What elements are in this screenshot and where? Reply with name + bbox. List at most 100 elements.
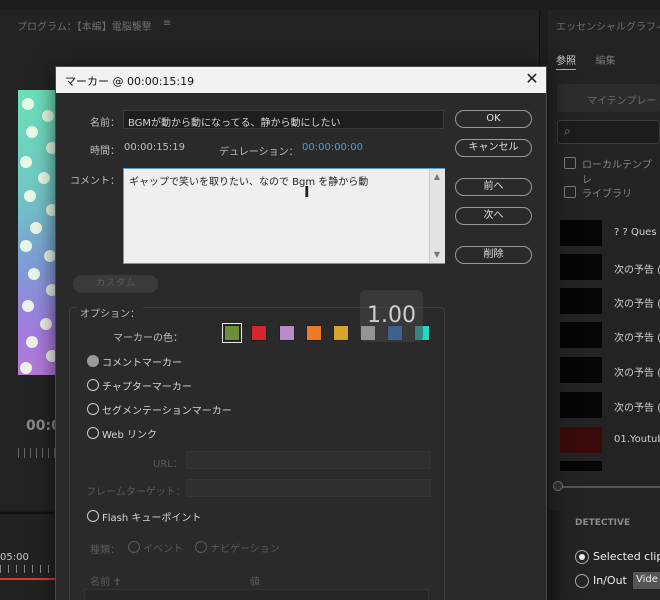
thumbnail-size-slider[interactable] <box>556 486 660 488</box>
chapter-marker-label: チャプターマーカー <box>102 382 192 393</box>
close-icon[interactable]: ✕ <box>522 69 542 89</box>
template-item-label: ? ? Ques <box>614 227 657 238</box>
comment-marker-label: コメントマーカー <box>102 358 182 369</box>
timeline-time-label: 05:00 <box>0 552 29 563</box>
template-thumbnail <box>560 392 602 418</box>
template-item-label: 次の予告 ( <box>614 333 660 344</box>
premiere-workspace: プログラム：【本編】電脳襲撃 ≡ 00:00 05:00 エッセンシャルグラフィ… <box>0 0 660 600</box>
options-title: オプション： <box>77 305 143 320</box>
template-item-label: 次の予告 ( <box>614 403 660 414</box>
essential-graphics-tabs: 参照 編集 <box>556 52 632 70</box>
template-thumbnail <box>560 461 602 471</box>
name-label: 名前： <box>90 118 120 129</box>
marker-color-swatch-green[interactable] <box>222 323 242 343</box>
segmentation-marker-label: セグメンテーションマーカー <box>102 406 232 417</box>
duration-value[interactable]: 00:00:00:00 <box>302 142 363 153</box>
template-item[interactable]: 次の予告 ( <box>560 288 660 314</box>
my-templates-dropdown[interactable]: マイテンプレー <box>557 84 660 112</box>
template-item[interactable]: 次の予告 ( <box>560 357 660 383</box>
url-field[interactable] <box>186 451 431 469</box>
flash-cue-point-label: Flash キューポイント <box>102 513 202 524</box>
selected-clip-label: Selected clip <box>593 550 660 563</box>
flash-cue-point-radio[interactable] <box>87 510 99 522</box>
timeline-ruler[interactable] <box>0 565 56 573</box>
next-button[interactable]: 次へ <box>455 207 532 225</box>
delete-button[interactable]: 削除 <box>455 246 532 264</box>
template-item[interactable]: 次の予告 ( <box>560 392 660 418</box>
dialog-title: マーカー @ 00:00:15:19 <box>65 75 195 88</box>
template-thumbnail <box>560 254 602 280</box>
template-item[interactable]: 次の予告 ( <box>560 254 660 280</box>
libraries-checkbox[interactable] <box>564 186 576 198</box>
web-link-label: Web リンク <box>102 430 157 441</box>
timeline-work-area-bar[interactable] <box>0 578 56 580</box>
tab-edit[interactable]: 編集 <box>596 56 616 67</box>
slider-knob[interactable] <box>553 481 563 491</box>
url-label: URL： <box>153 459 183 470</box>
cue-name-column-header[interactable]: 名前 ✝ <box>90 573 122 588</box>
program-panel-title: プログラム：【本編】電脳襲撃 <box>17 22 152 33</box>
navigation-radio[interactable] <box>195 541 207 553</box>
template-thumbnail <box>560 322 602 348</box>
ok-button[interactable]: OK <box>455 110 532 128</box>
template-thumbnail <box>560 427 602 453</box>
marker-color-swatch-red[interactable] <box>251 325 267 341</box>
comment-textarea[interactable]: ギャップで笑いを取りたい、なので Bgm を静から動 ▲ ▼ I <box>123 168 445 264</box>
essential-graphics-title: エッセンシャルグラフィ <box>556 22 660 33</box>
template-item-label: 01.Youtub <box>614 434 660 445</box>
template-thumbnail <box>560 220 602 246</box>
tab-browse[interactable]: 参照 <box>556 56 576 70</box>
text-cursor-icon: I <box>304 183 310 201</box>
chapter-marker-radio[interactable] <box>87 379 99 391</box>
scroll-down-icon[interactable]: ▼ <box>429 250 445 259</box>
template-item[interactable]: 01.Youtub <box>560 427 660 453</box>
template-item-label: 次の予告 ( <box>614 265 660 276</box>
marker-color-swatch-orange[interactable] <box>306 325 322 341</box>
comment-label: コメント： <box>70 176 120 187</box>
frame-target-label: フレームターゲット： <box>86 487 186 498</box>
dialog-titlebar[interactable]: マーカー @ 00:00:15:19 ✕ <box>56 67 546 93</box>
local-templates-checkbox[interactable] <box>564 157 576 169</box>
event-radio[interactable] <box>128 541 140 553</box>
type-label: 種類： <box>90 545 120 556</box>
custom-button[interactable]: カスタム <box>73 275 158 293</box>
event-label: イベント <box>143 544 183 555</box>
detective-title: DETECTIVE <box>575 518 631 528</box>
navigation-label: ナビゲーション <box>210 544 280 555</box>
template-item-label: 次の予告 ( <box>614 368 660 379</box>
frame-target-field[interactable] <box>186 479 431 497</box>
template-item[interactable]: ? ? Ques <box>560 220 660 246</box>
duration-label: デュレーション： <box>219 147 299 158</box>
comment-text: ギャップで笑いを取りたい、なので Bgm を静から動 <box>129 177 369 188</box>
template-thumbnail <box>560 357 602 383</box>
name-field[interactable]: BGMが動から動になってる、静から動にしたい <box>123 110 444 129</box>
cue-value-column-header[interactable]: 値 <box>250 573 260 588</box>
marker-color-swatch-yellow[interactable] <box>333 325 349 341</box>
zoom-readout: 1.00 <box>360 290 423 342</box>
video-button[interactable]: Vide <box>633 572 660 589</box>
cancel-button[interactable]: キャンセル <box>455 139 532 157</box>
comment-scrollbar[interactable] <box>429 169 445 263</box>
template-item-label: 次の予告 ( <box>614 299 660 310</box>
template-search-input[interactable] <box>557 120 660 144</box>
web-link-radio[interactable] <box>87 427 99 439</box>
search-icon: ⌕ <box>564 124 571 138</box>
libraries-label: ライブラリ <box>582 189 632 200</box>
selected-clip-radio[interactable] <box>575 550 589 564</box>
cue-points-table[interactable] <box>84 589 429 600</box>
template-item[interactable]: 次の予告 ( <box>560 322 660 348</box>
video-preview <box>18 90 60 375</box>
time-value: 00:00:15:19 <box>124 142 186 153</box>
segmentation-marker-radio[interactable] <box>87 403 99 415</box>
marker-dialog: マーカー @ 00:00:15:19 ✕ 名前： BGMが動から動になってる、静… <box>55 66 547 600</box>
program-ruler <box>18 448 56 458</box>
in-out-radio[interactable] <box>575 574 589 588</box>
previous-button[interactable]: 前へ <box>455 178 532 196</box>
marker-color-label: マーカーの色： <box>113 333 183 344</box>
in-out-label: In/Out <box>593 574 627 587</box>
template-thumbnail <box>560 288 602 314</box>
panel-menu-icon[interactable]: ≡ <box>163 18 171 29</box>
scroll-up-icon[interactable]: ▲ <box>429 172 445 181</box>
marker-color-swatch-lavender[interactable] <box>279 325 295 341</box>
comment-marker-radio[interactable] <box>87 355 99 367</box>
